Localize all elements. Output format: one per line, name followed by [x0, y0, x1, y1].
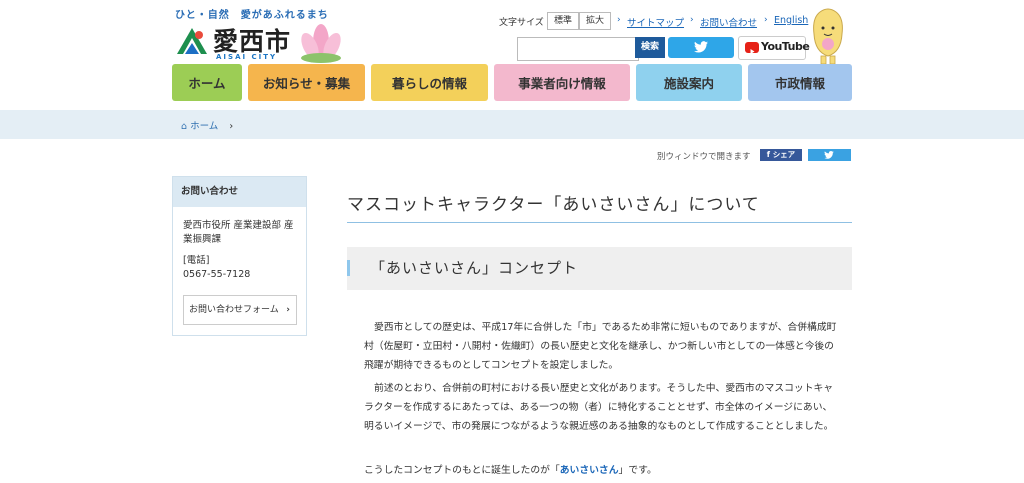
site-tagline: ひと・自然 愛があふれるまち: [175, 10, 329, 21]
sitemap-link[interactable]: サイトマップ: [627, 15, 684, 29]
contact-link[interactable]: お問い合わせ: [700, 15, 757, 29]
section-heading-accent: [347, 260, 350, 276]
search-button[interactable]: 検索: [635, 37, 665, 58]
lotus-flower-icon: [301, 24, 341, 63]
font-size-label: 文字サイズ: [499, 18, 544, 28]
font-size-standard-button[interactable]: 標準: [547, 12, 579, 30]
facebook-share-label: シェア: [772, 150, 796, 159]
youtube-label: YouTube: [761, 40, 810, 53]
paragraph-birth-prefix: こうしたコンセプトのもとに誕生したのが「: [364, 465, 560, 476]
aisaisan-mascot-icon: [813, 8, 843, 65]
paragraph-birth: こうしたコンセプトのもとに誕生したのが「あいさいさん」です。: [364, 461, 657, 480]
contact-form-label: お問い合わせフォーム: [189, 305, 279, 315]
contact-sidebar: お問い合わせ 愛西市役所 産業建設部 産 業振興課 [電話] 0567-55-7…: [172, 176, 307, 336]
sidebar-department-line2: 業振興課: [183, 234, 222, 245]
share-new-window-label: 別ウィンドウで開きます: [657, 152, 751, 162]
twitter-bird-icon: [694, 41, 708, 53]
twitter-button[interactable]: [668, 37, 734, 58]
city-logo-subtext: AISAI CITY: [216, 53, 278, 61]
facebook-share-button[interactable]: f シェア: [760, 149, 802, 161]
nav-living[interactable]: 暮らしの情報: [371, 64, 488, 101]
youtube-play-icon: [745, 42, 759, 54]
page-title: マスコットキャラクター「あいさいさん」について: [347, 195, 760, 215]
breadcrumb-home-label: ホーム: [190, 121, 219, 132]
font-size-large-button[interactable]: 拡大: [579, 12, 611, 30]
nav-business[interactable]: 事業者向け情報: [494, 64, 630, 101]
title-divider: [347, 222, 852, 223]
section-heading: 「あいさいさん」コンセプト: [370, 259, 579, 277]
sidebar-phone-number: 0567-55-7128: [183, 269, 251, 280]
paragraph-birth-suffix: 」です。: [618, 465, 657, 476]
breadcrumb-home[interactable]: ⌂ ホーム ›: [181, 118, 233, 132]
youtube-button[interactable]: YouTube: [738, 36, 810, 60]
contact-form-button[interactable]: お問い合わせフォーム ›: [183, 295, 297, 325]
nav-home[interactable]: ホーム: [172, 64, 242, 101]
chevron-right-icon: ›: [617, 15, 621, 25]
twitter-share-button[interactable]: [808, 149, 851, 161]
paragraph-history: 愛西市としての歴史は、平成17年に合併した「市」であるため非常に短いものでありま…: [364, 322, 837, 371]
paragraph-concept: 前述のとおり、合併前の町村における長い歴史と文化があります。そうした中、愛西市の…: [364, 383, 834, 432]
aisaisan-link[interactable]: あいさいさん: [560, 465, 619, 476]
chevron-right-icon: ›: [690, 15, 694, 25]
sidebar-department-line1: 愛西市役所 産業建設部 産: [183, 220, 294, 231]
search-input[interactable]: [517, 37, 639, 61]
sidebar-phone-label: [電話]: [183, 255, 210, 266]
chevron-right-icon: ›: [286, 305, 290, 315]
twitter-bird-icon: [824, 151, 834, 159]
chevron-right-icon: ›: [764, 15, 768, 25]
nav-city-government[interactable]: 市政情報: [748, 64, 852, 101]
breadcrumb: [0, 110, 1024, 139]
facebook-icon: f: [766, 150, 771, 159]
sidebar-heading: お問い合わせ: [173, 177, 306, 207]
home-icon: ⌂: [181, 121, 188, 132]
nav-news[interactable]: お知らせ・募集: [248, 64, 365, 101]
nav-facilities[interactable]: 施設案内: [636, 64, 742, 101]
city-logo-icon[interactable]: [175, 24, 209, 58]
english-link[interactable]: English: [774, 15, 808, 26]
chevron-right-icon: ›: [229, 121, 234, 132]
